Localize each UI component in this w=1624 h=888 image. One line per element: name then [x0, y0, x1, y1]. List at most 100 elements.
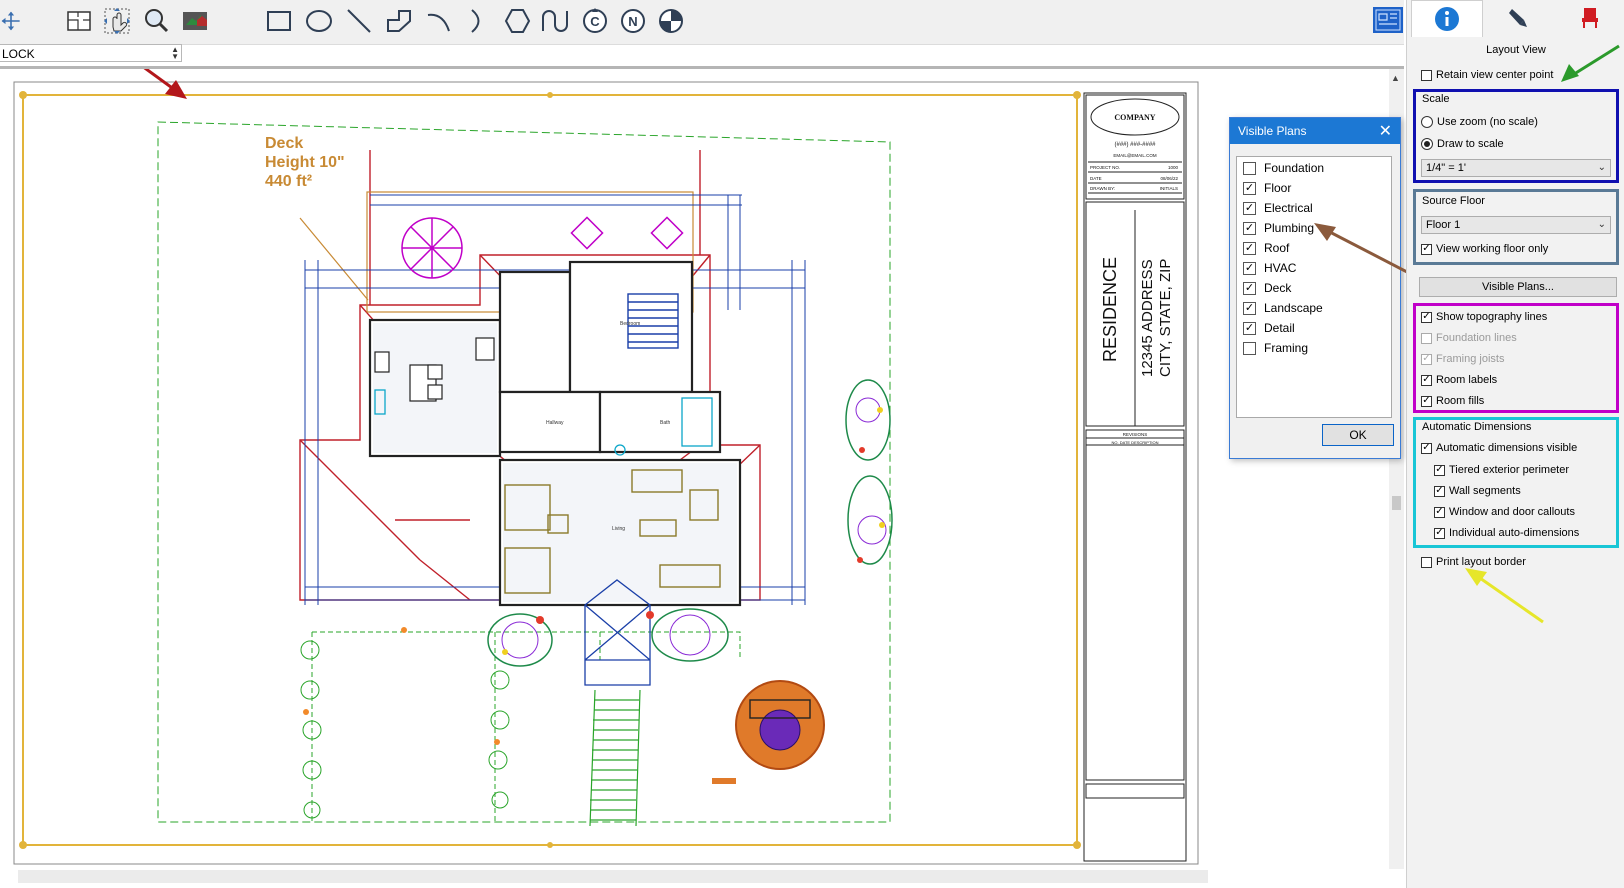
framing-joists-checkbox[interactable]: ✓ Framing joists — [1421, 353, 1504, 365]
north-arrow-icon[interactable]: N — [618, 6, 648, 36]
layer-select[interactable]: LOCK ▲ ▼ — [0, 44, 182, 62]
wall-segments-checkbox[interactable]: ✓ Wall segments — [1434, 485, 1521, 497]
scroll-up-icon[interactable]: ▲ — [1391, 73, 1400, 83]
room-fills-checkbox[interactable]: ✓ Room fills — [1421, 395, 1484, 407]
info-icon[interactable] — [1411, 0, 1483, 37]
polyline-icon[interactable] — [384, 6, 414, 36]
checkbox[interactable]: ✓ — [1243, 321, 1256, 335]
polygon-icon[interactable] — [502, 6, 532, 36]
display-options-group: ✓ Show topography lines Foundation lines … — [1413, 303, 1619, 413]
spinner-arrows-icon[interactable]: ▲ ▼ — [171, 46, 179, 61]
radio[interactable] — [1421, 138, 1433, 150]
chair-icon[interactable] — [1555, 0, 1624, 36]
checkbox[interactable]: ✓ — [1421, 311, 1432, 323]
address-line1: 12345 ADDRESS — [1139, 259, 1156, 377]
layout-view-icon[interactable] — [1372, 4, 1404, 36]
dialog-title: Visible Plans — [1238, 124, 1307, 138]
room-label-hallway: Hallway — [546, 420, 564, 426]
line-icon[interactable] — [344, 6, 374, 36]
plan-item-hvac[interactable]: ✓ HVAC — [1243, 261, 1296, 275]
plan-item-detail[interactable]: ✓ Detail — [1243, 321, 1295, 335]
ok-button[interactable]: OK — [1322, 424, 1394, 446]
pan-icon[interactable] — [0, 6, 22, 36]
auto-dims-visible-checkbox[interactable]: ✓ Automatic dimensions visible — [1421, 442, 1577, 454]
zoom-icon[interactable] — [141, 6, 171, 36]
room-labels-checkbox[interactable]: ✓ Room labels — [1421, 374, 1497, 386]
chevron-down-icon: ⌄ — [1597, 219, 1606, 230]
scale-dropdown[interactable]: 1/4" = 1' ⌄ — [1421, 159, 1611, 177]
visible-plans-button[interactable]: Visible Plans... — [1419, 277, 1617, 297]
checkbox[interactable] — [1243, 341, 1256, 355]
checkbox[interactable] — [1421, 556, 1432, 568]
floor-plan-view-icon[interactable] — [64, 6, 94, 36]
revisions-columns: NO. DATE DESCRIPTION — [1111, 440, 1158, 445]
checkbox[interactable]: ✓ — [1421, 442, 1432, 454]
dialog-title-bar[interactable]: Visible Plans ✕ — [1230, 118, 1400, 144]
checkbox[interactable]: ✓ — [1243, 221, 1256, 235]
checkbox[interactable]: ✓ — [1243, 281, 1256, 295]
deck-label-name: Deck — [265, 135, 303, 152]
checkbox[interactable]: ✓ — [1243, 181, 1256, 195]
plan-item-floor[interactable]: ✓ Floor — [1243, 181, 1291, 195]
tiered-perimeter-checkbox[interactable]: ✓ Tiered exterior perimeter — [1434, 464, 1569, 476]
checkbox[interactable]: ✓ — [1434, 527, 1445, 539]
copyright-symbol-icon[interactable]: C — [580, 6, 610, 36]
layout-properties-panel: Layout View Retain view center point Sca… — [1406, 0, 1624, 888]
checkbox[interactable]: ✓ — [1421, 353, 1432, 365]
plan-item-foundation[interactable]: Foundation — [1243, 161, 1324, 175]
svg-text:C: C — [590, 14, 600, 29]
spline-icon[interactable] — [540, 6, 570, 36]
date-value: 08/06/22 — [1160, 176, 1178, 181]
use-zoom-radio[interactable]: Use zoom (no scale) — [1421, 116, 1538, 128]
plan-item-framing[interactable]: Framing — [1243, 341, 1308, 355]
deck-label-height: Height 10" — [265, 154, 345, 171]
3d-view-icon[interactable] — [180, 6, 210, 36]
annotation-arrow-green — [1561, 44, 1620, 82]
rectangle-icon[interactable] — [264, 6, 294, 36]
plan-item-landscape[interactable]: ✓ Landscape — [1243, 301, 1323, 315]
scale-group: Scale Use zoom (no scale) Draw to scale … — [1413, 89, 1619, 183]
checkbox[interactable]: ✓ — [1421, 374, 1432, 386]
checkbox[interactable]: ✓ — [1243, 201, 1256, 215]
layout-sheet: Bedroom Hallway Bath Living Deck Height … — [13, 69, 1199, 865]
room-label-living: Living — [612, 526, 625, 532]
deck-label-area: 440 ft² — [265, 173, 312, 190]
checkbox[interactable]: ✓ — [1434, 485, 1445, 497]
topography-lines-checkbox[interactable]: ✓ Show topography lines — [1421, 311, 1547, 323]
checkbox[interactable]: ✓ — [1421, 243, 1432, 255]
circle-icon[interactable] — [304, 6, 334, 36]
plan-item-deck[interactable]: ✓ Deck — [1243, 281, 1291, 295]
checkbox[interactable]: ✓ — [1434, 464, 1445, 476]
plan-item-electrical[interactable]: ✓ Electrical — [1243, 201, 1313, 215]
foundation-lines-checkbox[interactable]: Foundation lines — [1421, 332, 1517, 344]
checkbox[interactable]: ✓ — [1421, 395, 1432, 407]
project-no-label: PROJECT NO. — [1090, 165, 1120, 170]
curve-icon[interactable] — [462, 6, 492, 36]
checkbox[interactable]: ✓ — [1434, 506, 1445, 518]
checkbox[interactable] — [1421, 69, 1432, 81]
working-floor-checkbox[interactable]: ✓ View working floor only — [1421, 243, 1548, 255]
checkbox[interactable]: ✓ — [1243, 261, 1256, 275]
revisions-heading: REVISIONS — [1123, 432, 1148, 437]
drawing-canvas[interactable]: Bedroom Hallway Bath Living Deck Height … — [0, 69, 1404, 887]
close-icon[interactable]: ✕ — [1379, 121, 1392, 141]
checkbox[interactable]: ✓ — [1243, 301, 1256, 315]
checkbox[interactable] — [1243, 161, 1256, 175]
radio[interactable] — [1421, 116, 1433, 128]
target-icon[interactable] — [656, 6, 686, 36]
scroll-thumb[interactable] — [1392, 496, 1401, 510]
checkbox[interactable]: ✓ — [1243, 241, 1256, 255]
svg-text:N: N — [628, 14, 637, 29]
retain-center-checkbox[interactable]: Retain view center point — [1421, 69, 1553, 81]
hand-pan-icon[interactable] — [102, 6, 132, 36]
individual-auto-dims-checkbox[interactable]: ✓ Individual auto-dimensions — [1434, 527, 1579, 539]
checkbox[interactable] — [1421, 332, 1432, 344]
horizontal-scrollbar[interactable] — [18, 870, 1208, 883]
window-door-callouts-checkbox[interactable]: ✓ Window and door callouts — [1434, 506, 1575, 518]
pen-icon[interactable] — [1483, 0, 1553, 36]
plan-item-roof[interactable]: ✓ Roof — [1243, 241, 1289, 255]
draw-to-scale-radio[interactable]: Draw to scale — [1421, 138, 1504, 150]
auto-dimensions-label: Automatic Dimensions — [1422, 421, 1532, 433]
source-floor-dropdown[interactable]: Floor 1 ⌄ — [1421, 216, 1611, 234]
arc-icon[interactable] — [424, 6, 454, 36]
